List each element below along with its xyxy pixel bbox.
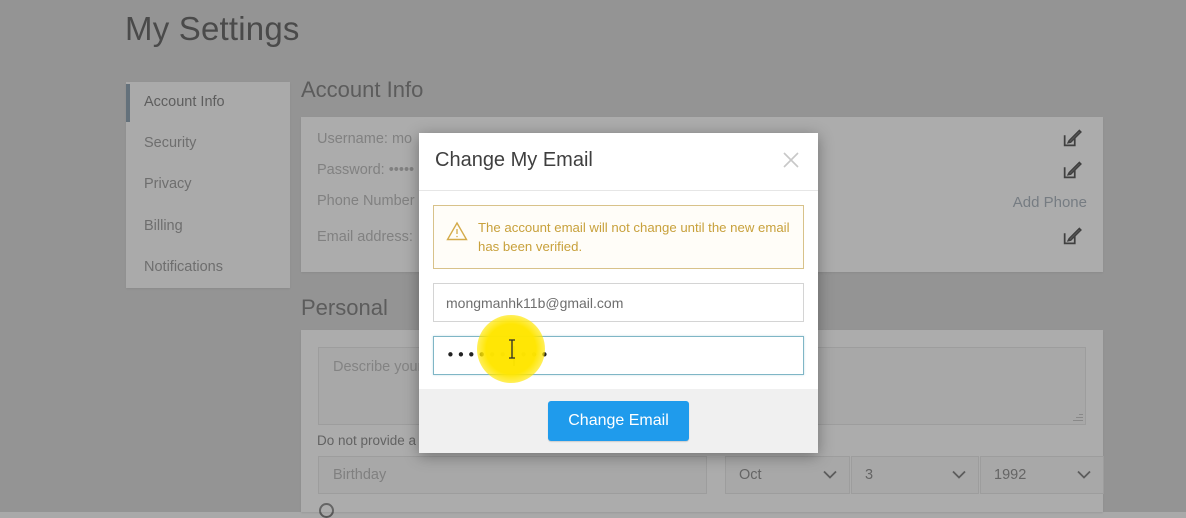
resize-handle-icon[interactable] [1073, 412, 1083, 422]
chevron-down-icon [823, 470, 837, 479]
change-email-modal: Change My Email The account email will n… [419, 133, 818, 453]
email-verification-warning: The account email will not change until … [433, 205, 804, 270]
close-icon[interactable] [778, 147, 804, 173]
sidebar-item-label: Billing [144, 217, 183, 234]
account-info-heading: Account Info [301, 77, 424, 102]
sidebar-item-account-info[interactable]: Account Info [126, 82, 290, 123]
birthday-input[interactable]: Birthday [318, 456, 707, 494]
birthday-placeholder: Birthday [333, 467, 387, 483]
warning-text: The account email will not change until … [478, 220, 790, 255]
modal-header: Change My Email [419, 133, 818, 191]
password-masked-value: •••••••••• [446, 346, 551, 365]
password-row: Password: ••••• [317, 162, 415, 178]
personal-heading: Personal [301, 295, 388, 320]
modal-title: Change My Email [435, 149, 593, 171]
settings-sidebar: Account Info Security Privacy Billing No… [126, 82, 290, 288]
edit-pencil-square-icon[interactable] [1061, 225, 1083, 247]
chevron-down-icon [952, 470, 966, 479]
chevron-down-icon [1077, 470, 1091, 479]
modal-body: The account email will not change until … [419, 191, 818, 376]
modal-footer: Change Email [419, 389, 818, 453]
warning-triangle-icon [446, 221, 468, 241]
sidebar-item-notifications[interactable]: Notifications [126, 247, 290, 288]
sidebar-item-label: Notifications [144, 258, 223, 275]
sidebar-item-security[interactable]: Security [126, 123, 290, 164]
birth-year-select[interactable]: 1992 [980, 456, 1104, 494]
password-input[interactable]: •••••••••• [433, 336, 804, 376]
sidebar-item-billing[interactable]: Billing [126, 206, 290, 247]
birth-month-select[interactable]: Oct [725, 456, 850, 494]
bio-note: Do not provide a [317, 433, 417, 448]
new-email-value: mongmanhk11b@gmail.com [446, 295, 624, 312]
change-email-button[interactable]: Change Email [548, 401, 689, 441]
sidebar-item-label: Account Info [144, 94, 225, 110]
birth-day-select[interactable]: 3 [851, 456, 979, 494]
birth-month-value: Oct [739, 467, 762, 483]
birth-day-value: 3 [865, 467, 874, 483]
username-row: Username: mo [317, 131, 413, 147]
new-email-input[interactable]: mongmanhk11b@gmail.com [433, 283, 804, 323]
edit-pencil-square-icon[interactable] [1061, 159, 1083, 181]
add-phone-link[interactable]: Add Phone [1013, 194, 1087, 211]
gender-radio-icon[interactable] [319, 503, 334, 518]
text-caret [513, 346, 515, 367]
sidebar-item-label: Privacy [144, 176, 192, 193]
email-address-row: Email address: [317, 229, 413, 245]
sidebar-item-label: Security [144, 135, 197, 152]
birth-year-value: 1992 [994, 467, 1027, 483]
bio-placeholder: Describe your [333, 359, 423, 375]
phone-number-row: Phone Number [317, 193, 415, 209]
sidebar-item-privacy[interactable]: Privacy [126, 164, 290, 205]
page-title: My Settings [125, 10, 300, 47]
edit-pencil-square-icon[interactable] [1061, 127, 1083, 149]
